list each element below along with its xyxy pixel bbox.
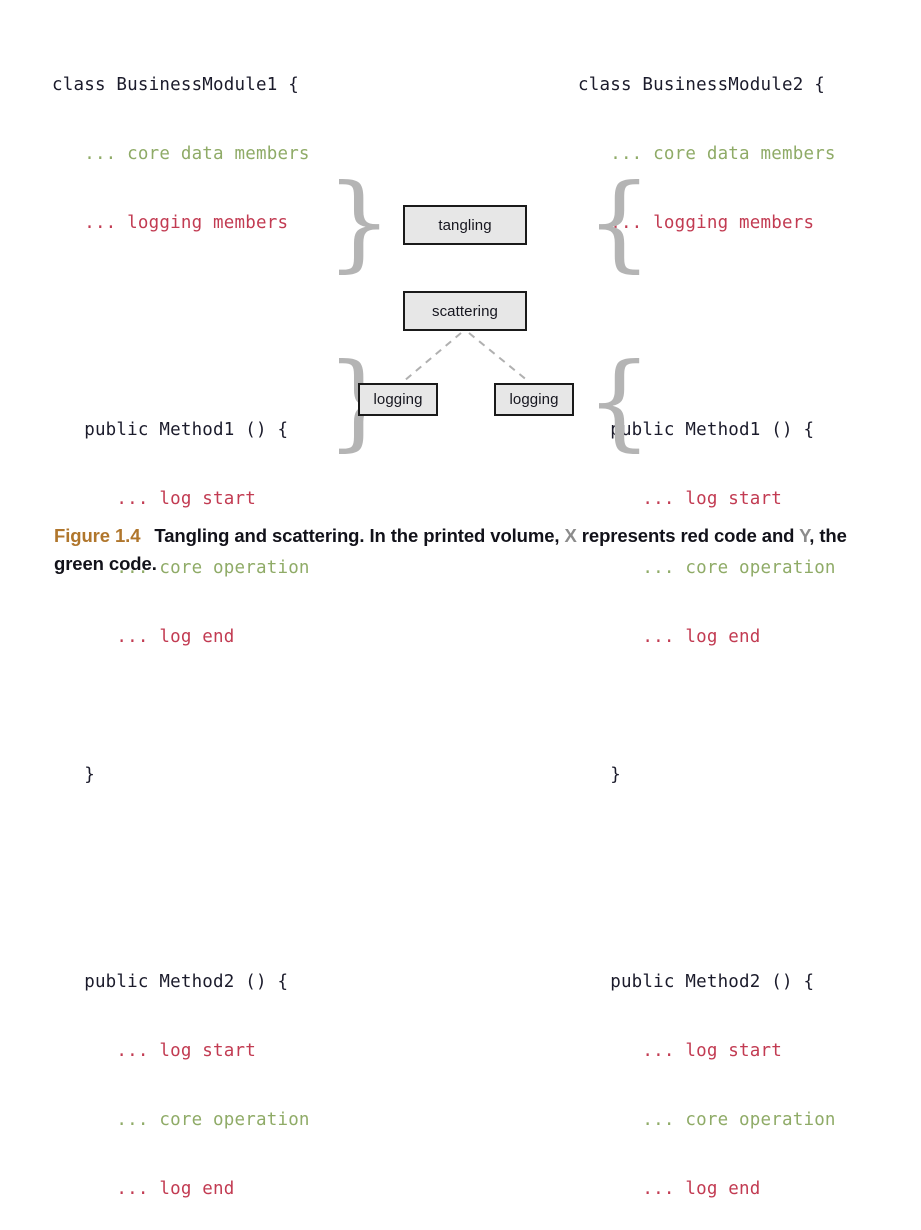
dashed-line-scattering-to-logging-right (468, 332, 529, 382)
method1-log-start-right: ... log start (578, 489, 782, 509)
method1-close-right: } (578, 765, 621, 785)
method2-signature-right: public Method2 () { (578, 972, 815, 992)
method1-log-end-left: ... log end (52, 627, 235, 647)
class-header-right: class BusinessModule2 { (578, 75, 825, 95)
figure-caption: Figure 1.4 Tangling and scattering. In th… (54, 522, 884, 578)
concept-box-tangling-label: tangling (438, 216, 492, 234)
class-header-left: class BusinessModule1 { (52, 75, 299, 95)
concept-box-logging-right[interactable]: logging (494, 383, 574, 416)
figure-number: Figure 1.4 (54, 525, 141, 546)
concept-box-scattering[interactable]: scattering (403, 291, 527, 331)
method2-log-start-right: ... log start (578, 1041, 782, 1061)
method1-signature-left: public Method1 () { (52, 420, 289, 440)
class-member-core-left: ... core data members (52, 144, 310, 164)
method2-signature-left: public Method2 () { (52, 972, 289, 992)
method2-core-operation-right: ... core operation (578, 1110, 836, 1130)
concept-box-scattering-label: scattering (431, 302, 499, 320)
concept-box-logging-left[interactable]: logging (358, 383, 438, 416)
caption-green-code-symbol: Y (799, 525, 810, 546)
method1-log-end-right: ... log end (578, 627, 761, 647)
grouping-brace-method1-left: } (326, 161, 393, 283)
grouping-brace-method2-right: { (586, 340, 653, 462)
caption-text-part2: represents red code and (576, 525, 800, 546)
method2-log-end-left: ... log end (52, 1179, 235, 1199)
class-member-logging-left: ... logging members (52, 213, 289, 233)
method2-log-end-right: ... log end (578, 1179, 761, 1199)
concept-box-logging-left-label: logging (373, 391, 423, 408)
caption-text-part1: Tangling and scattering. In the printed … (154, 525, 565, 546)
concept-box-logging-right-label: logging (509, 391, 559, 408)
method2-log-start-left: ... log start (52, 1041, 256, 1061)
method2-core-operation-left: ... core operation (52, 1110, 310, 1130)
caption-red-code-symbol: X (564, 525, 577, 546)
code-block-left-module: class BusinessModule1 { ... core data me… (52, 28, 310, 1230)
method1-log-start-left: ... log start (52, 489, 256, 509)
method1-close-left: } (52, 765, 95, 785)
dashed-line-scattering-to-logging-left (403, 332, 462, 382)
concept-box-tangling[interactable]: tangling (403, 205, 527, 245)
grouping-brace-method1-right: { (586, 161, 653, 283)
